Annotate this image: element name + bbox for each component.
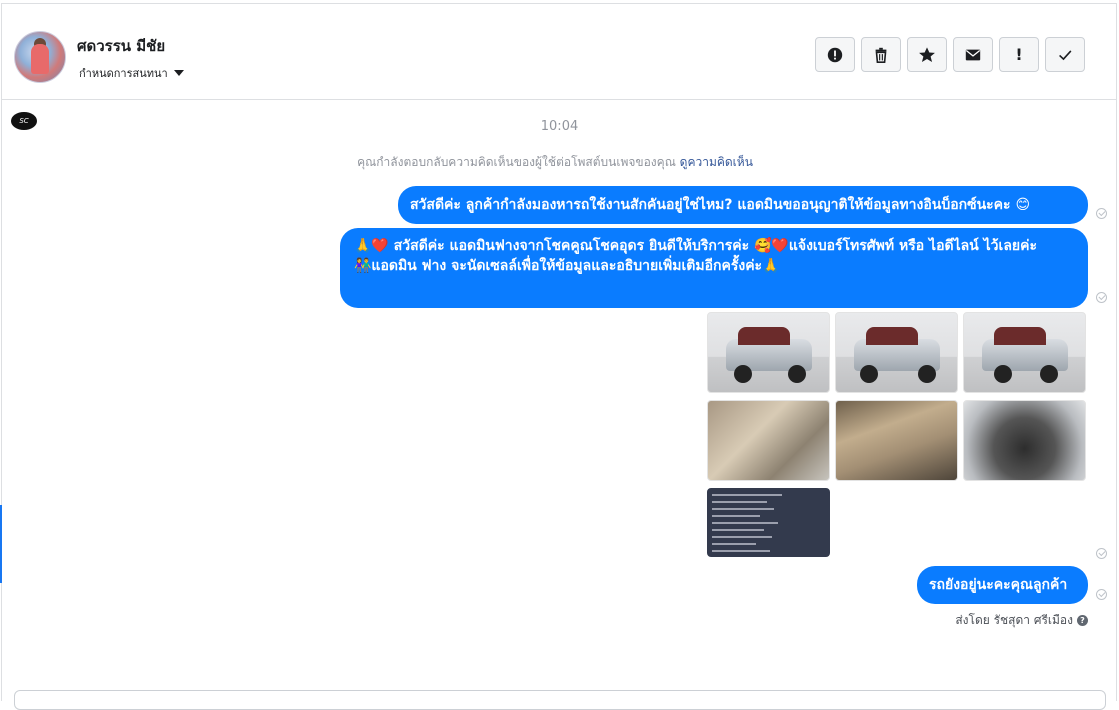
trash-icon: [875, 47, 887, 63]
delivered-check-icon: [1096, 589, 1107, 600]
conversation-header: ศดวรรน มีชัย กำหนดการสนทนา !: [1, 4, 1117, 100]
reply-context-notice: คุณกำลังตอบกลับความคิดเห็นของผู้ใช้ต่อโพ…: [0, 153, 1110, 172]
truck-side-photo[interactable]: [835, 312, 958, 393]
contact-name[interactable]: ศดวรรน มีชัย: [77, 34, 165, 58]
interior-seat-photo[interactable]: [707, 400, 830, 481]
scroll-indicator: [0, 505, 2, 583]
message-timestamp: 10:04: [540, 119, 579, 134]
caret-down-icon: [173, 70, 184, 76]
mark-unread-button[interactable]: [953, 37, 993, 72]
delivered-check-icon: [1096, 548, 1107, 559]
message-composer[interactable]: [14, 690, 1106, 710]
view-comment-link[interactable]: ดูความคิดเห็น: [680, 155, 753, 169]
delivered-check-icon: [1096, 292, 1107, 303]
delivered-check-icon: [1096, 208, 1107, 219]
mark-spam-button[interactable]: [815, 37, 855, 72]
sent-by-text: ส่งโดย รัชสุดา ศรีเมือง: [955, 613, 1073, 627]
conversation-settings-dropdown[interactable]: กำหนดการสนทนา: [79, 64, 184, 82]
help-icon[interactable]: ?: [1077, 615, 1088, 626]
mark-done-button[interactable]: [1045, 37, 1085, 72]
message-bubble[interactable]: 🙏❤️ สวัสดีค่ะ แอดมินฟางจากโชคคูณโชคอุดร …: [340, 228, 1088, 308]
reply-context-text: คุณกำลังตอบกลับความคิดเห็นของผู้ใช้ต่อโพ…: [357, 155, 676, 169]
exclamation-icon: !: [1015, 45, 1023, 64]
delete-button[interactable]: [861, 37, 901, 72]
sent-by-label: ส่งโดย รัชสุดา ศรีเมือง ?: [955, 611, 1088, 630]
alert-circle-icon: [827, 47, 843, 62]
envelope-icon: [965, 49, 981, 60]
spec-sheet-photo[interactable]: [707, 488, 830, 557]
header-actions: !: [815, 37, 1085, 72]
star-icon: [919, 46, 935, 62]
truck-front-photo[interactable]: [707, 312, 830, 393]
conversation-settings-label: กำหนดการสนทนา: [79, 67, 168, 80]
door-panel-photo[interactable]: [835, 400, 958, 481]
star-button[interactable]: [907, 37, 947, 72]
avatar[interactable]: [14, 31, 66, 83]
follow-up-button[interactable]: !: [999, 37, 1039, 72]
message-bubble[interactable]: รถยังอยู่นะคะคุณลูกค้า: [917, 566, 1088, 604]
engine-bay-photo[interactable]: [963, 400, 1086, 481]
checkmark-icon: [1059, 49, 1072, 60]
message-bubble[interactable]: สวัสดีค่ะ ลูกค้ากำลังมองหารถใช้งานสักคัน…: [398, 186, 1088, 224]
truck-front-right-photo[interactable]: [963, 312, 1086, 393]
